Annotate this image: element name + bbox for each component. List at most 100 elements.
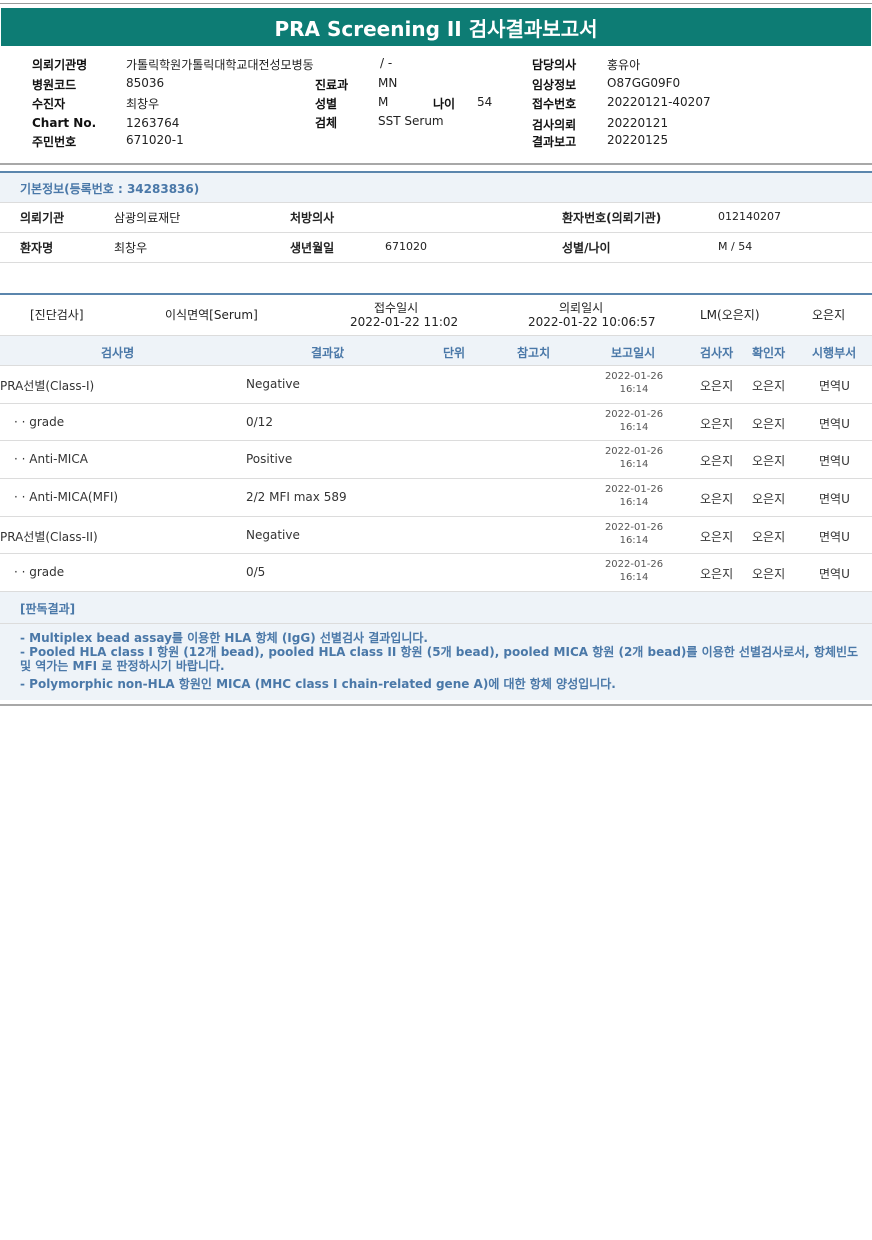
institution-value: 가톨릭학원가톨릭대학교대전성모병동	[126, 58, 314, 72]
age-value: 54	[477, 95, 493, 109]
report-date: 2022-01-26	[604, 559, 664, 570]
top-border	[0, 3, 872, 4]
report-datetime: 2022-01-26 16:14	[594, 408, 674, 434]
name-value: 최창우	[114, 241, 148, 255]
table-row: PRA선별(Class-II) Negative 2022-01-26 16:14…	[0, 517, 872, 554]
tester: 오은지	[700, 454, 734, 468]
table-row: · · Anti-MICA(MFI) 2/2 MFI max 589 2022-…	[0, 479, 872, 516]
test-name: · · Anti-MICA	[14, 452, 88, 466]
patient-id-value: 012140207	[718, 210, 781, 223]
report-datetime: 2022-01-26 16:14	[594, 445, 674, 471]
diag-topline	[0, 293, 872, 295]
institution-label: 의뢰기관명	[32, 58, 88, 72]
department: 면역U	[819, 567, 850, 581]
col-checker: 확인자	[752, 346, 786, 360]
org-value: 삼광의료재단	[114, 211, 181, 225]
divider	[0, 202, 872, 203]
sex-value: M	[378, 95, 389, 109]
table-row: · · grade 0/5 2022-01-26 16:14 오은지 오은지 면역…	[0, 554, 872, 591]
receipt-value: 20220121-40207	[607, 95, 711, 109]
checker: 오은지	[752, 492, 786, 506]
dob-value: 671020	[385, 240, 427, 253]
doctor-value: 홍유아	[607, 58, 641, 72]
report-time: 16:14	[619, 572, 649, 583]
report-datetime: 2022-01-26 16:14	[594, 483, 674, 509]
report-datetime: 2022-01-26 16:14	[594, 370, 674, 396]
chart-value: 1263764	[126, 116, 180, 130]
rrn-value: 671020-1	[126, 133, 184, 147]
report-title: PRA Screening II 검사결과보고서	[1, 8, 871, 46]
age-label: 나이	[433, 97, 456, 111]
tester: 오은지	[700, 567, 734, 581]
dept-value: MN	[378, 76, 398, 90]
clinical-value: O87GG09F0	[607, 76, 681, 90]
department: 면역U	[819, 492, 850, 506]
sex-age-value: M / 54	[718, 240, 753, 253]
dob-label: 생년월일	[290, 241, 335, 255]
test-result: 2/2 MFI max 589	[246, 490, 347, 504]
checker: 오은지	[752, 379, 786, 393]
col-reference: 참고치	[517, 346, 551, 360]
tester: 오은지	[700, 379, 734, 393]
report-datetime: 2022-01-26 16:14	[594, 521, 674, 547]
prescriber-label: 처방의사	[290, 211, 335, 225]
chart-label: Chart No.	[32, 116, 97, 130]
col-unit: 단위	[443, 346, 466, 360]
report-label: 결과보고	[532, 135, 577, 149]
diag-person: 오은지	[812, 308, 846, 322]
report-time: 16:14	[619, 422, 649, 433]
patient-value: 최창우	[126, 97, 160, 111]
department: 면역U	[819, 417, 850, 431]
hospital-code-value: 85036	[126, 76, 165, 90]
tester: 오은지	[700, 417, 734, 431]
checker: 오은지	[752, 567, 786, 581]
report-date: 2022-01-26	[604, 484, 664, 495]
test-result: 0/12	[246, 415, 273, 429]
table-header: 검사명 결과값 단위 참고치 보고일시 검사자 확인자 시행부서	[0, 335, 872, 366]
basic-section-header: 기본정보(등록번호 : 34283836)	[0, 173, 872, 202]
interpretation-section: [판독결과] - Multiplex bead assay를 이용한 HLA 항…	[0, 591, 872, 700]
hospital-code-label: 병원코드	[32, 78, 77, 92]
col-test-name: 검사명	[101, 346, 135, 360]
test-name: PRA선별(Class-II)	[0, 530, 98, 544]
report-time: 16:14	[619, 459, 649, 470]
checker: 오은지	[752, 454, 786, 468]
sex-label: 성별	[315, 97, 338, 111]
doctor-label: 담당의사	[532, 58, 577, 72]
specimen-label: 검체	[315, 116, 338, 130]
org-label: 의뢰기관	[20, 211, 65, 225]
test-name: PRA선별(Class-I)	[0, 379, 95, 393]
lm-value: LM(오은지)	[700, 308, 760, 322]
diag-label: [진단검사]	[30, 308, 84, 322]
col-report-date: 보고일시	[611, 346, 656, 360]
checker: 오은지	[752, 530, 786, 544]
requested-label: 의뢰일시	[559, 301, 604, 315]
test-name: · · Anti-MICA(MFI)	[14, 490, 119, 504]
interpretation-title: [판독결과]	[20, 602, 76, 616]
ward-value: / -	[380, 56, 393, 70]
patient-label: 수진자	[32, 97, 66, 111]
tester: 오은지	[700, 492, 734, 506]
report-time: 16:14	[619, 497, 649, 508]
checker: 오은지	[752, 417, 786, 431]
clinical-label: 임상정보	[532, 78, 577, 92]
interpretation-line: - Polymorphic non-HLA 항원인 MICA (MHC clas…	[20, 677, 616, 691]
rrn-label: 주민번호	[32, 135, 77, 149]
department: 면역U	[819, 379, 850, 393]
divider	[0, 232, 872, 233]
test-result: 0/5	[246, 565, 266, 579]
tester: 오은지	[700, 530, 734, 544]
department: 면역U	[819, 454, 850, 468]
table-row: PRA선별(Class-I) Negative 2022-01-26 16:14 …	[0, 366, 872, 403]
col-result: 결과값	[311, 346, 345, 360]
table-row: · · Anti-MICA Positive 2022-01-26 16:14 오…	[0, 441, 872, 478]
test-name: · · grade	[14, 415, 65, 429]
receipt-label: 접수번호	[532, 97, 577, 111]
interpretation-line: - Multiplex bead assay를 이용한 HLA 항체 (IgG)…	[20, 631, 428, 645]
test-result: Negative	[246, 377, 300, 391]
report-datetime: 2022-01-26 16:14	[594, 558, 674, 584]
basic-section-title: 기본정보(등록번호 : 34283836)	[20, 182, 200, 196]
interpretation-line: - Pooled HLA class I 항원 (12개 bead), pool…	[20, 645, 859, 673]
col-tester: 검사자	[700, 346, 734, 360]
report-date: 2022-01-26	[604, 371, 664, 382]
